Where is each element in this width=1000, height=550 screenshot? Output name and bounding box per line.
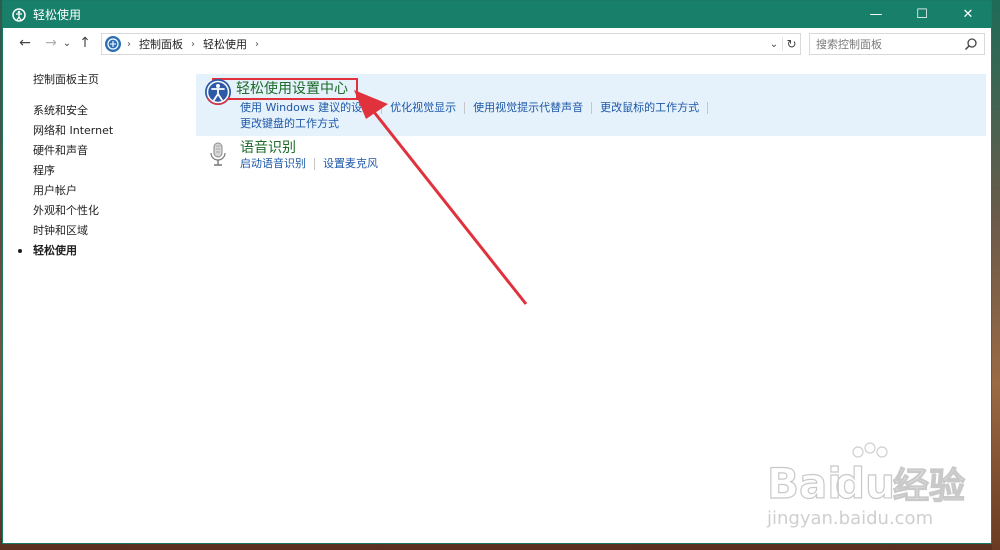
link-separator [314, 158, 315, 170]
active-bullet-icon [18, 249, 22, 253]
link-setup-microphone[interactable]: 设置麦克风 [323, 156, 378, 172]
breadcrumb-separator-icon[interactable]: › [255, 39, 259, 50]
search-icon[interactable] [964, 37, 978, 51]
control-panel-window: 轻松使用 — ☐ ✕ ← → ⌄ ↑ › 控制面板 › 轻松使用 › ⌄ ↻ 搜… [2, 0, 992, 544]
sidebar-item-ease-of-access[interactable]: 轻松使用 [18, 241, 183, 261]
ease-of-access-small-icon [12, 7, 26, 22]
forward-button[interactable]: → [41, 32, 61, 54]
window-title: 轻松使用 [33, 8, 82, 22]
sidebar-item-clock-region[interactable]: 时钟和区域 [33, 221, 183, 241]
sidebar-home-link[interactable]: 控制面板主页 [33, 71, 183, 87]
main-content: 轻松使用设置中心 使用 Windows 建议的设置 优化视觉显示 使用视觉提示代… [196, 74, 986, 172]
address-bar-controls: ⌄ ↻ [766, 34, 800, 54]
link-separator [591, 102, 593, 114]
sidebar-item-programs[interactable]: 程序 [33, 161, 183, 181]
category-ease-of-access-center: 轻松使用设置中心 使用 Windows 建议的设置 优化视觉显示 使用视觉提示代… [196, 74, 986, 136]
breadcrumb-separator-icon[interactable]: › [191, 39, 195, 50]
refresh-icon[interactable]: ↻ [782, 37, 800, 51]
category-links: 启动语音识别 设置麦克风 [240, 156, 740, 172]
close-button[interactable]: ✕ [945, 1, 991, 28]
control-panel-icon [105, 36, 121, 52]
link-optimize-visual-display[interactable]: 优化视觉显示 [390, 100, 456, 116]
sidebar-item-appearance[interactable]: 外观和个性化 [33, 201, 183, 221]
address-dropdown-icon[interactable]: ⌄ [766, 39, 782, 50]
minimize-button[interactable]: — [853, 1, 899, 28]
category-title-ease-of-access-center[interactable]: 轻松使用设置中心 [212, 78, 358, 100]
breadcrumb-control-panel[interactable]: 控制面板 [139, 36, 183, 52]
back-button[interactable]: ← [15, 32, 35, 54]
breadcrumb-separator-icon[interactable]: › [127, 39, 131, 50]
link-use-recommended-settings[interactable]: 使用 Windows 建议的设置 [240, 100, 373, 116]
search-box[interactable] [809, 33, 985, 55]
address-bar[interactable]: › 控制面板 › 轻松使用 › ⌄ ↻ [101, 33, 801, 55]
link-start-speech-recognition[interactable]: 启动语音识别 [240, 156, 306, 172]
sidebar-item-label: 轻松使用 [33, 244, 77, 257]
title-bar[interactable]: 轻松使用 — ☐ ✕ [3, 1, 991, 28]
search-input[interactable] [816, 35, 966, 53]
link-change-mouse[interactable]: 更改鼠标的工作方式 [600, 100, 699, 116]
category-title-speech-recognition[interactable]: 语音识别 [240, 136, 986, 156]
sidebar: 控制面板主页 系统和安全 网络和 Internet 硬件和声音 程序 用户帐户 … [18, 71, 183, 261]
microphone-icon[interactable] [204, 140, 232, 168]
maximize-button[interactable]: ☐ [899, 1, 945, 28]
desktop-background [992, 0, 1000, 550]
breadcrumb-ease-of-access[interactable]: 轻松使用 [203, 36, 247, 52]
link-visual-cues-for-sounds[interactable]: 使用视觉提示代替声音 [473, 100, 583, 116]
category-links: 使用 Windows 建议的设置 优化视觉显示 使用视觉提示代替声音 更改鼠标的… [240, 100, 740, 132]
up-button[interactable]: ↑ [75, 32, 95, 54]
sidebar-item-system-security[interactable]: 系统和安全 [33, 101, 183, 121]
ease-of-access-icon[interactable] [204, 78, 232, 106]
link-change-keyboard[interactable]: 更改键盘的工作方式 [240, 116, 339, 132]
link-separator [707, 102, 709, 114]
sidebar-item-network-internet[interactable]: 网络和 Internet [33, 121, 183, 141]
sidebar-item-hardware-sound[interactable]: 硬件和声音 [33, 141, 183, 161]
window-controls: — ☐ ✕ [853, 1, 991, 28]
link-separator [381, 102, 383, 114]
link-separator [464, 102, 466, 114]
navigation-bar: ← → ⌄ ↑ › 控制面板 › 轻松使用 › ⌄ ↻ [3, 28, 991, 58]
sidebar-item-user-accounts[interactable]: 用户帐户 [33, 181, 183, 201]
category-speech-recognition: 语音识别 启动语音识别 设置麦克风 [196, 136, 986, 172]
recent-locations-button[interactable]: ⌄ [61, 32, 73, 54]
